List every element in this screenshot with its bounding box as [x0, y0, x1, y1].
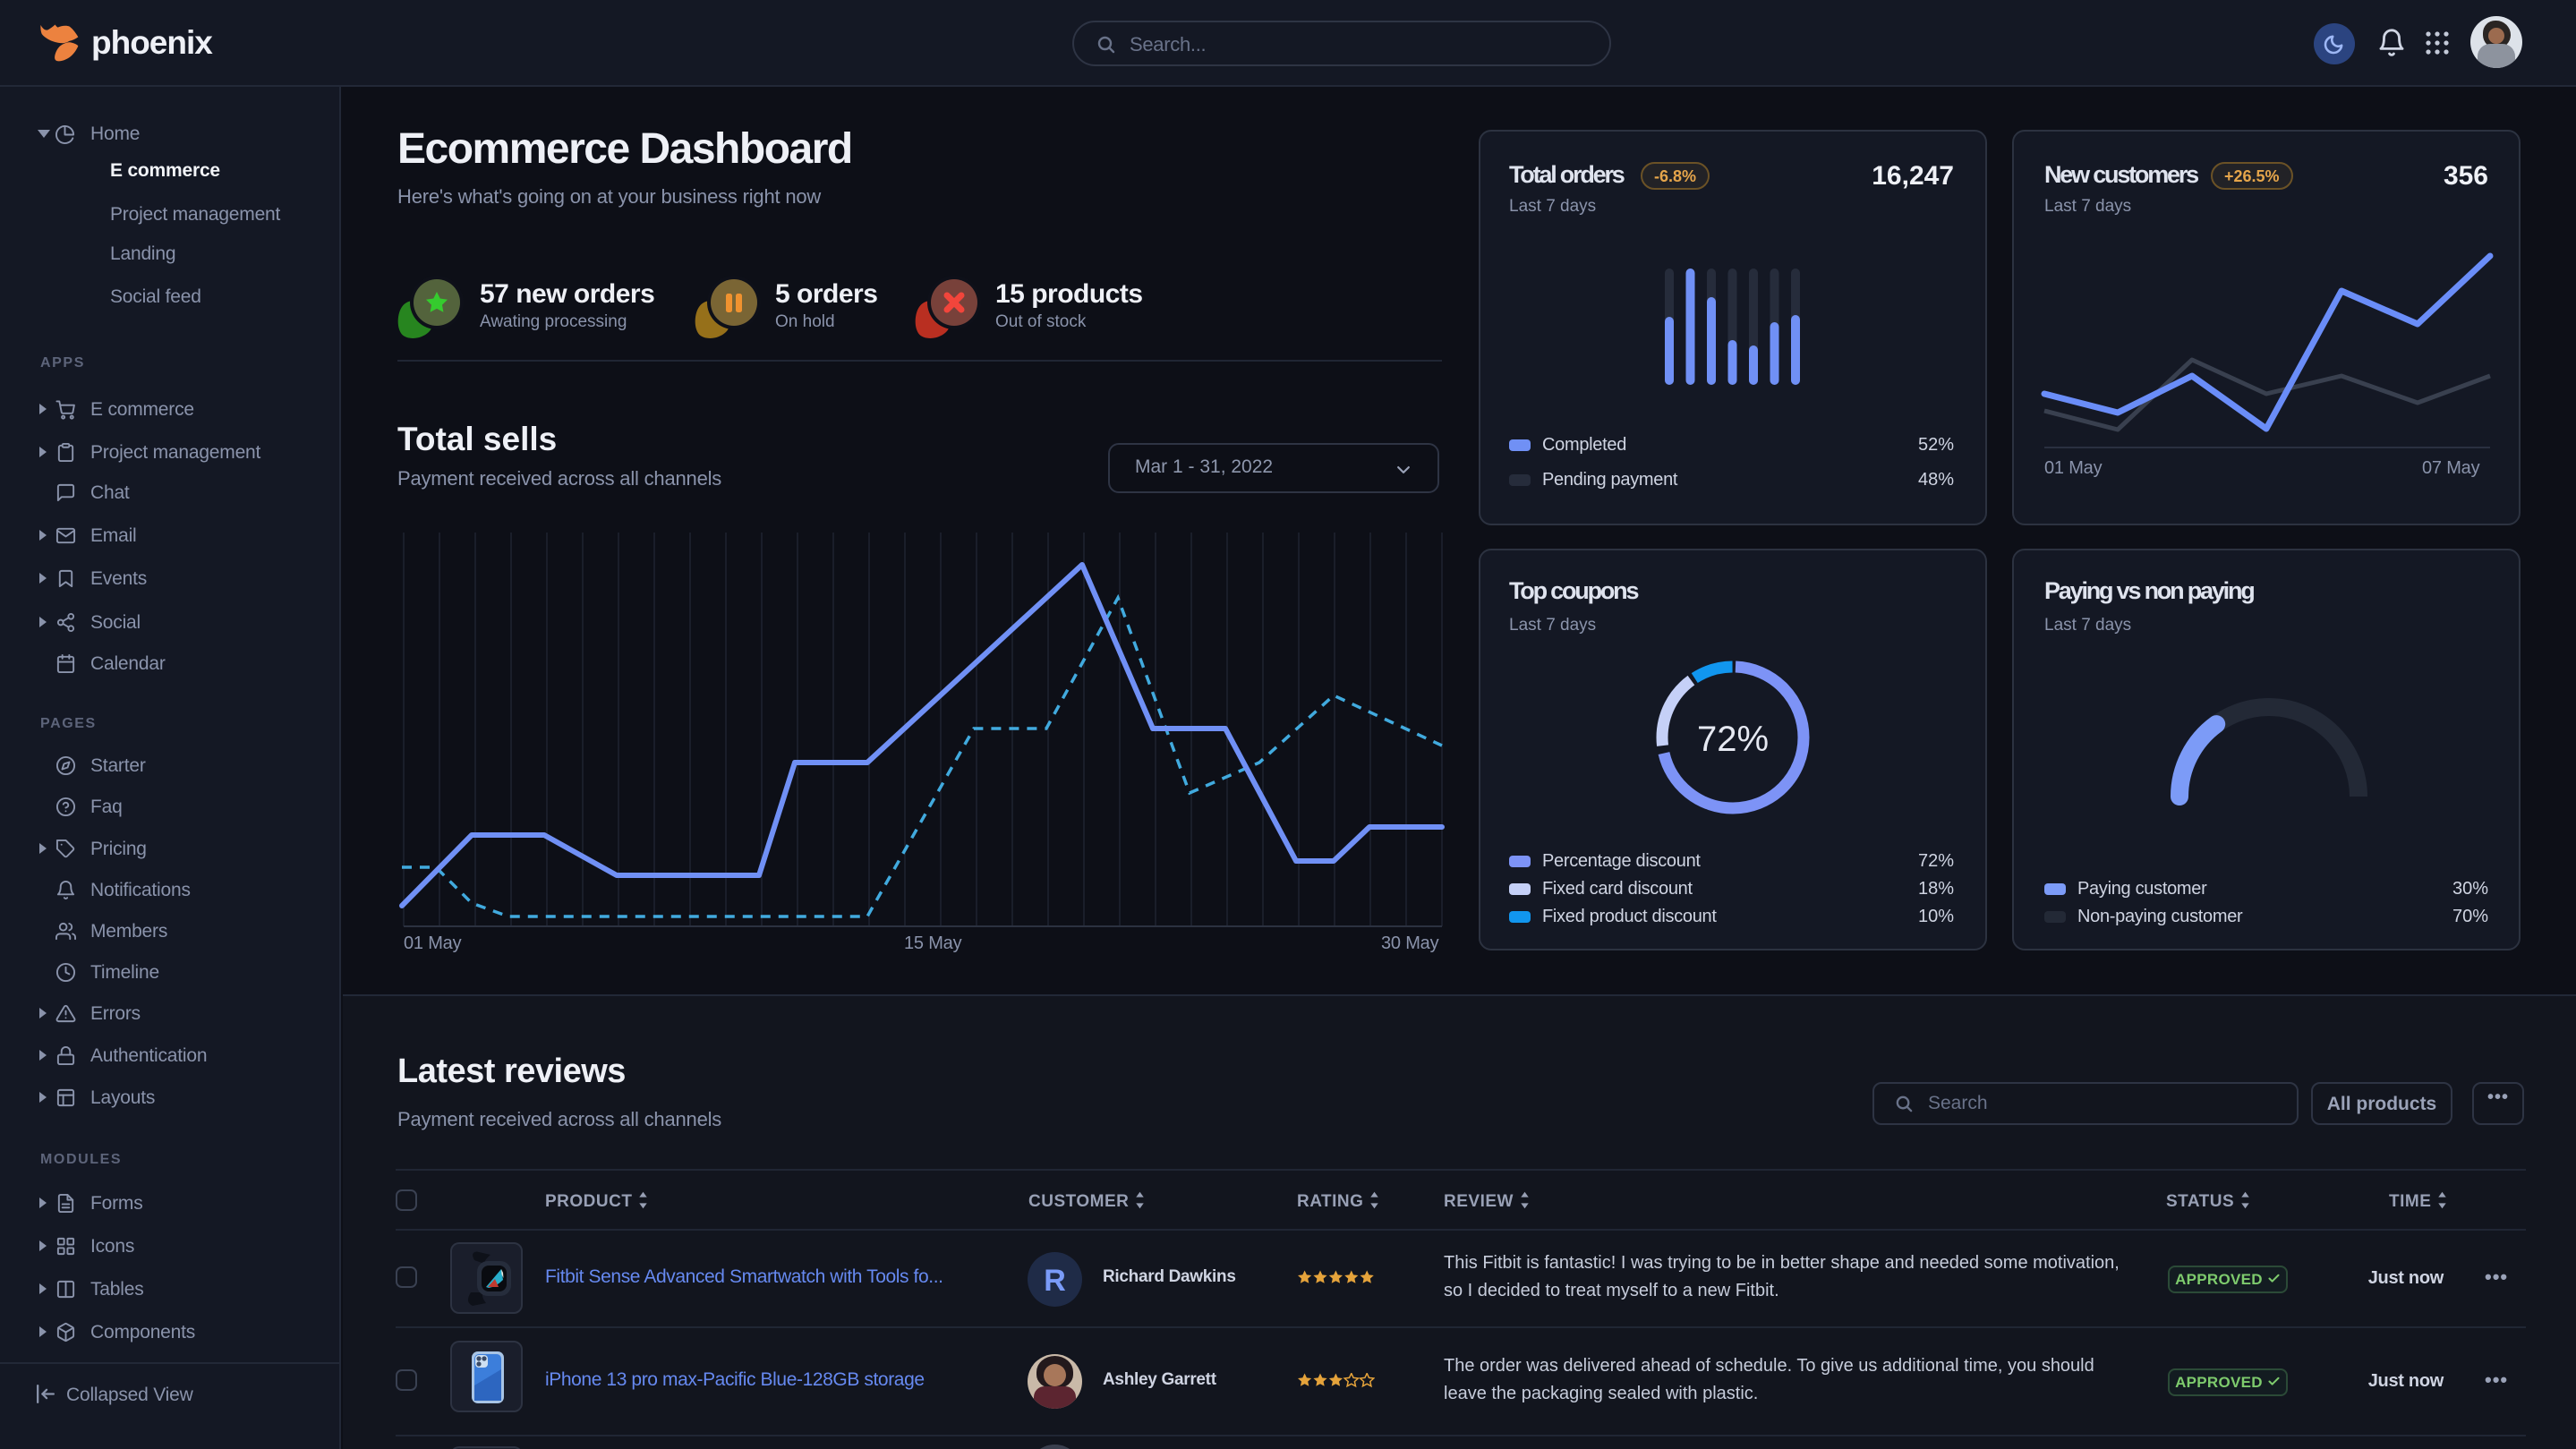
svg-text:72%: 72% — [1697, 720, 1769, 759]
